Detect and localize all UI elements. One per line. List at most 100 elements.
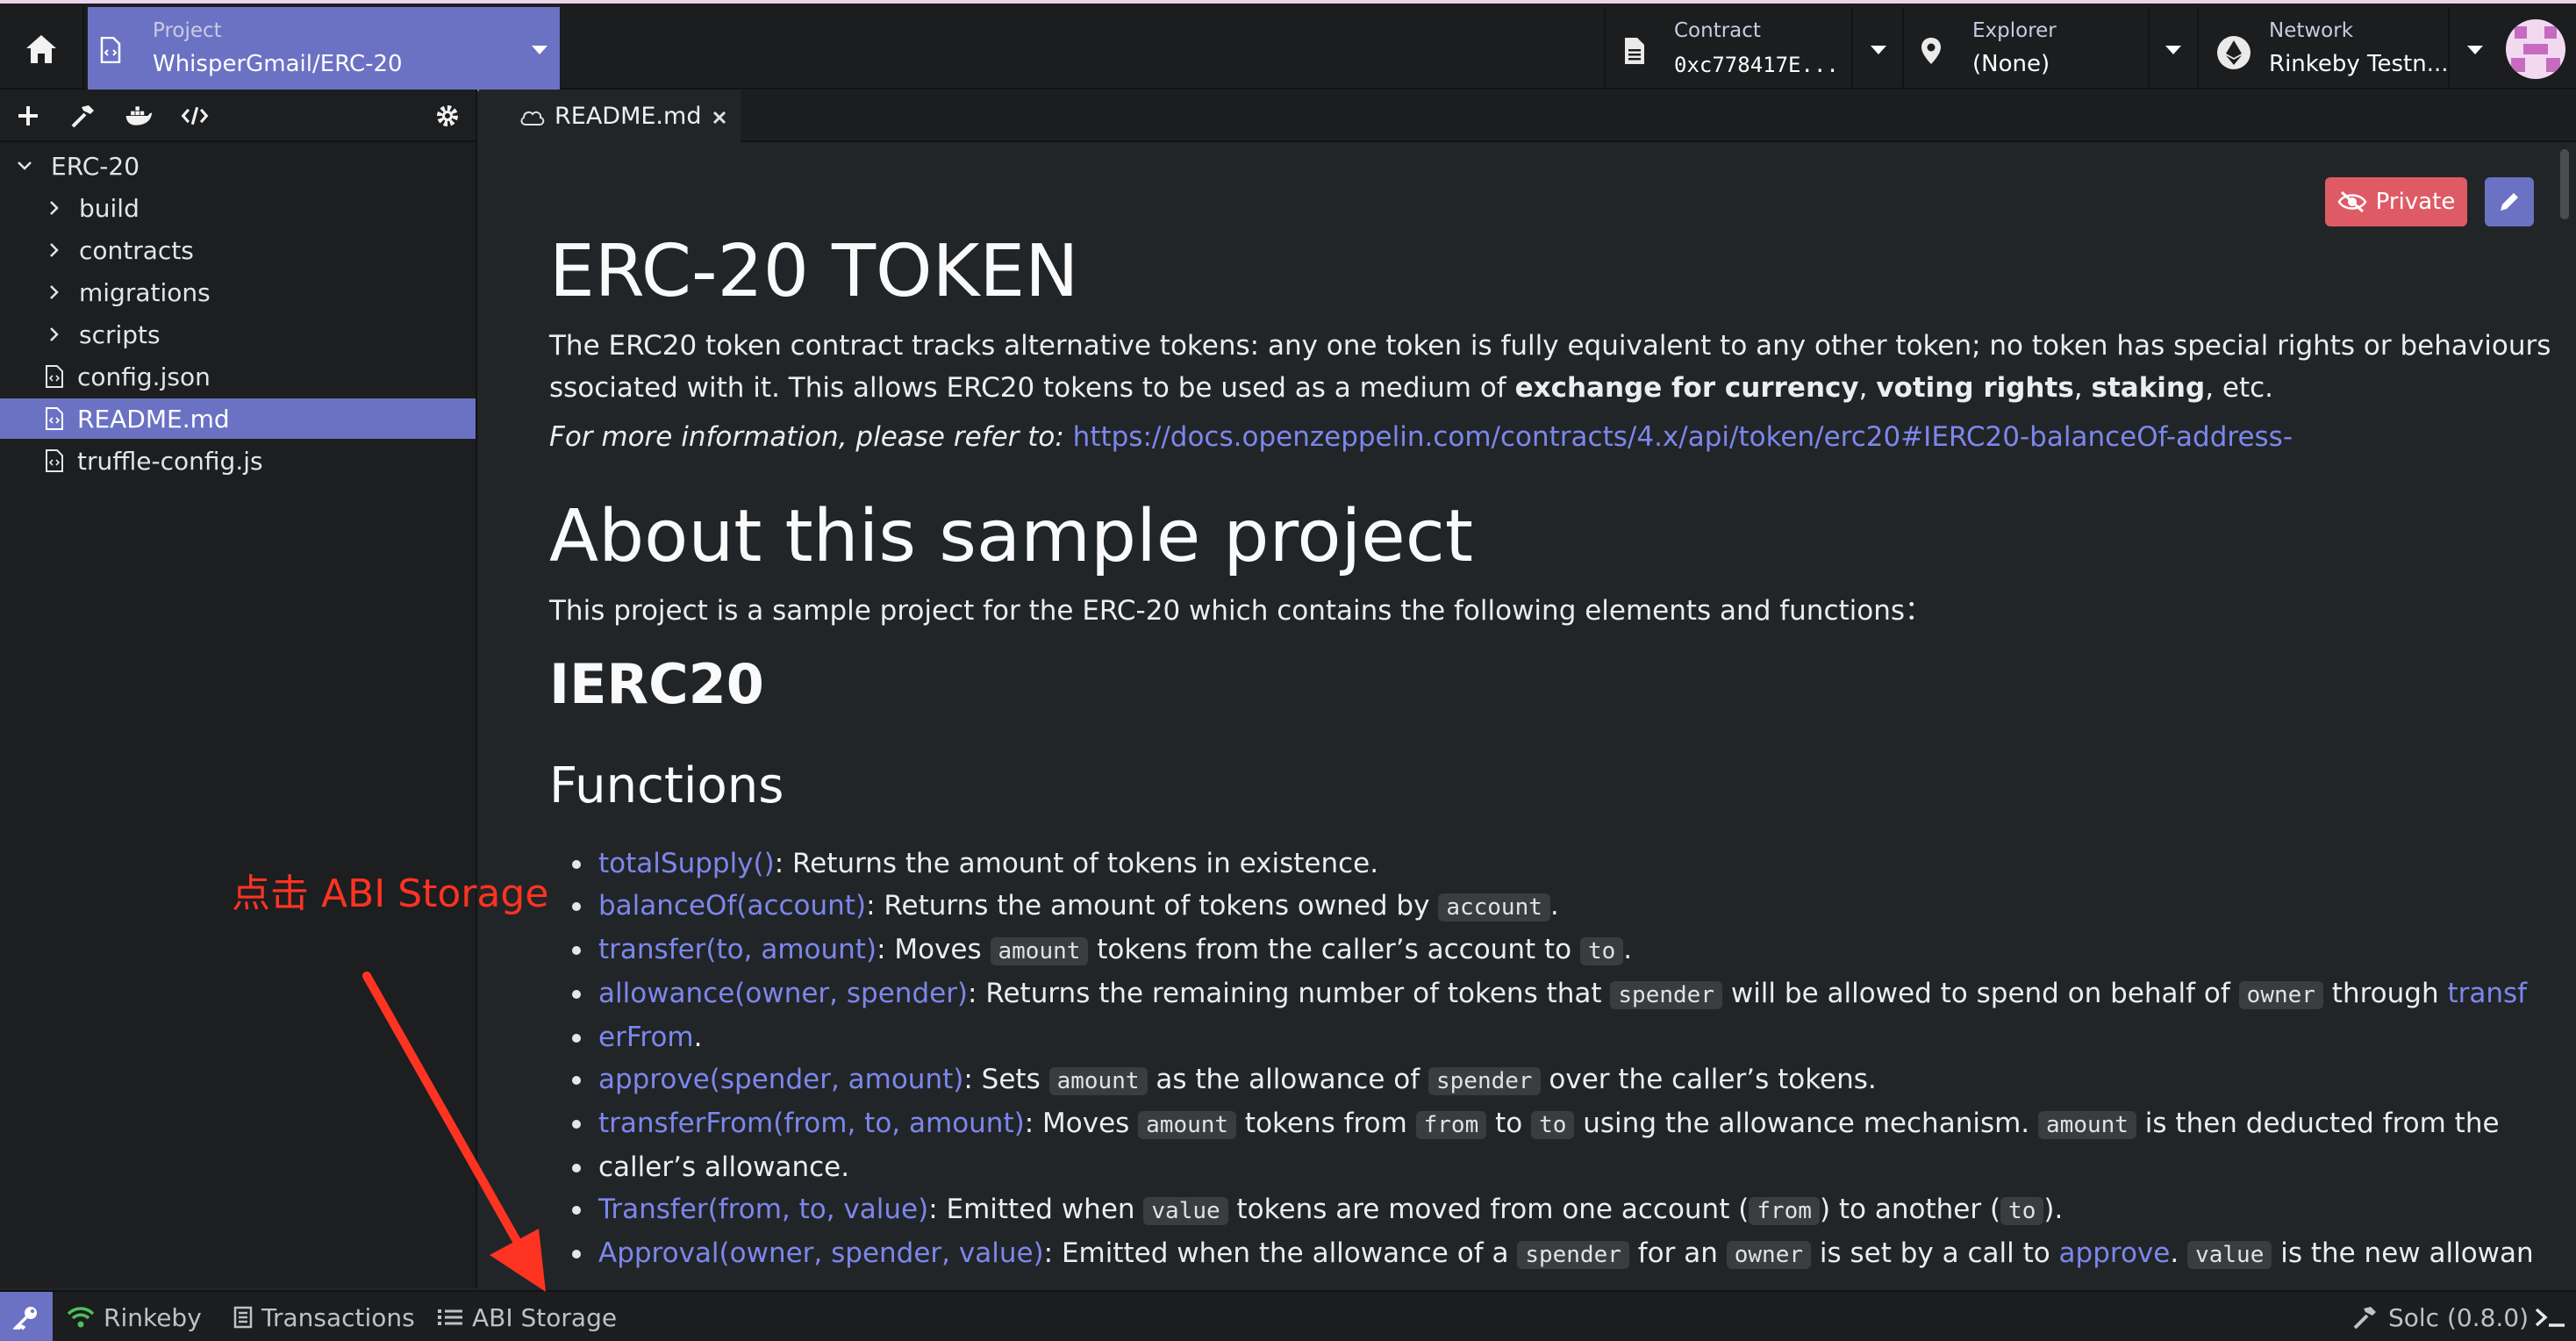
about-text: This project is a sample project for the… — [549, 595, 1933, 627]
tree-file-truffle-config[interactable]: truffle-config.js — [0, 441, 476, 481]
network-status[interactable]: Rinkeby — [67, 1292, 202, 1341]
terminal-button[interactable] — [2534, 1292, 2565, 1341]
event-desc: ) to another ( — [1819, 1194, 2001, 1225]
event-desc: is the new allowan — [2272, 1237, 2534, 1269]
event-link[interactable]: Approval(owner, spender, value) — [598, 1237, 1044, 1269]
reference-link[interactable]: https://docs.openzeppelin.com/contracts/… — [1073, 421, 2293, 453]
doc-intro-line-2: ssociated with it. This allows ERC20 tok… — [549, 367, 2273, 409]
tree-file-config-json[interactable]: config.json — [0, 356, 476, 397]
doc-intro-line-1: The ERC20 token contract tracks alternat… — [549, 330, 2553, 362]
network-selector[interactable]: Network Rinkeby Testn... — [2197, 7, 2501, 91]
abi-storage-label: ABI Storage — [472, 1302, 618, 1332]
ethereum-icon — [2217, 36, 2250, 69]
function-link[interactable]: transfer(to, amount) — [598, 934, 877, 965]
transactions-label: Transactions — [261, 1302, 415, 1332]
function-link[interactable]: transf — [2447, 978, 2527, 1009]
chevron-down-icon — [2467, 46, 2483, 54]
project-selector[interactable]: Project WhisperGmail/ERC-20 — [88, 7, 560, 91]
inline-code: to — [1531, 1111, 1575, 1139]
intro-bold: voting rights — [1876, 372, 2074, 404]
tree-item-label: README.md — [77, 404, 230, 434]
inline-code: spender — [1610, 981, 1722, 1009]
explorer-value: (None) — [1972, 51, 2050, 77]
close-icon[interactable] — [712, 111, 726, 125]
avatar[interactable] — [2506, 19, 2565, 79]
event-link[interactable]: Transfer(from, to, value) — [598, 1194, 928, 1225]
private-label: Private — [2375, 189, 2456, 215]
tree-item-label: migrations — [79, 277, 211, 307]
tree-folder-build[interactable]: build — [0, 188, 476, 228]
explorer-selector[interactable]: Explorer (None) — [1902, 7, 2197, 91]
markdown-preview: Private ERC-20 TOKEN The ERC20 token con… — [479, 144, 2553, 1288]
docker-button[interactable] — [125, 102, 153, 130]
intro-text: , etc. — [2205, 372, 2274, 404]
function-desc: through — [2322, 978, 2448, 1009]
inline-code: from — [1749, 1197, 1820, 1225]
home-button[interactable] — [0, 7, 84, 91]
function-desc: : Returns the remaining number of tokens… — [968, 978, 1611, 1009]
network-label: Network — [2269, 19, 2354, 42]
hammer-icon — [2353, 1307, 2376, 1330]
vertical-scrollbar[interactable] — [2553, 144, 2576, 1288]
tree-file-readme[interactable]: README.md — [0, 398, 476, 439]
function-link[interactable]: balanceOf(account) — [598, 890, 866, 921]
reference-label: For more information, please refer to: — [549, 421, 1073, 453]
top-bar: Project WhisperGmail/ERC-20 Contract 0xc… — [0, 0, 2576, 91]
function-link[interactable]: totalSupply() — [598, 848, 775, 879]
abi-storage-button[interactable]: ABI Storage — [437, 1292, 617, 1341]
approve-link[interactable]: approve — [2059, 1237, 2171, 1269]
event-desc: : Emitted when the allowance of a — [1043, 1237, 1518, 1269]
function-link[interactable]: allowance(owner, spender) — [598, 978, 968, 1009]
tree-folder-scripts[interactable]: scripts — [0, 314, 476, 355]
tree-folder-migrations[interactable]: migrations — [0, 272, 476, 312]
receipt-icon — [233, 1306, 253, 1329]
intro-text: ssociated with it. This allows ERC20 tok… — [549, 372, 1515, 404]
cloud-icon — [520, 111, 545, 125]
list-item-continuation: caller’s allowance. — [549, 1146, 2532, 1188]
plus-icon — [18, 106, 38, 125]
scrollbar-thumb[interactable] — [2560, 149, 2569, 219]
chevron-down-icon — [18, 161, 32, 170]
function-desc: over the caller’s tokens. — [1540, 1064, 1877, 1095]
function-desc: : Sets — [963, 1064, 1049, 1095]
inline-code: to — [1579, 937, 1624, 965]
chevron-down-icon — [1871, 46, 1886, 54]
function-desc: as the allowance of — [1147, 1064, 1428, 1095]
wifi-icon — [67, 1307, 95, 1328]
build-button[interactable] — [68, 102, 97, 130]
event-desc: for an — [1628, 1237, 1727, 1269]
inline-code: value — [1143, 1197, 1228, 1225]
list-item-continuation: ce. — [549, 1276, 2532, 1288]
transactions-button[interactable]: Transactions — [233, 1292, 415, 1341]
code-button[interactable] — [181, 102, 209, 130]
tree-item-label: build — [79, 193, 140, 223]
terminal-icon — [2535, 1308, 2565, 1327]
inline-code: amount — [2038, 1111, 2136, 1139]
list-item: totalSupply(): Returns the amount of tok… — [549, 843, 2532, 885]
chevron-right-icon — [50, 243, 59, 257]
event-desc: tokens are moved from one account ( — [1227, 1194, 1750, 1225]
new-file-button[interactable] — [14, 102, 42, 130]
function-link[interactable]: approve(spender, amount) — [598, 1064, 963, 1095]
private-toggle-button[interactable]: Private — [2325, 177, 2467, 226]
intro-text: , — [2073, 372, 2092, 404]
tree-folder-contracts[interactable]: contracts — [0, 230, 476, 270]
function-link[interactable]: erFrom — [598, 1022, 694, 1053]
contract-selector[interactable]: Contract 0xc778417E... — [1604, 7, 1902, 91]
inline-code: owner — [1726, 1241, 1812, 1269]
event-desc: : Emitted when — [928, 1194, 1144, 1225]
function-desc: using the allowance mechanism. — [1574, 1108, 2039, 1139]
tab-readme[interactable]: README.md — [479, 90, 741, 142]
file-code-icon — [46, 365, 63, 388]
file-code-icon — [46, 449, 63, 472]
function-link[interactable]: transferFrom(from, to, amount) — [598, 1108, 1025, 1139]
settings-button[interactable] — [433, 102, 462, 130]
edit-button[interactable] — [2485, 177, 2534, 226]
list-icon — [438, 1309, 462, 1325]
keypair-button[interactable] — [0, 1292, 53, 1341]
tree-root-erc20[interactable]: ERC-20 — [0, 146, 476, 186]
file-code-icon — [46, 407, 63, 430]
event-desc: is set by a call to — [1811, 1237, 2059, 1269]
compiler-version-button[interactable]: Solc (0.8.0) — [2351, 1292, 2529, 1341]
function-desc: : Moves — [877, 934, 991, 965]
